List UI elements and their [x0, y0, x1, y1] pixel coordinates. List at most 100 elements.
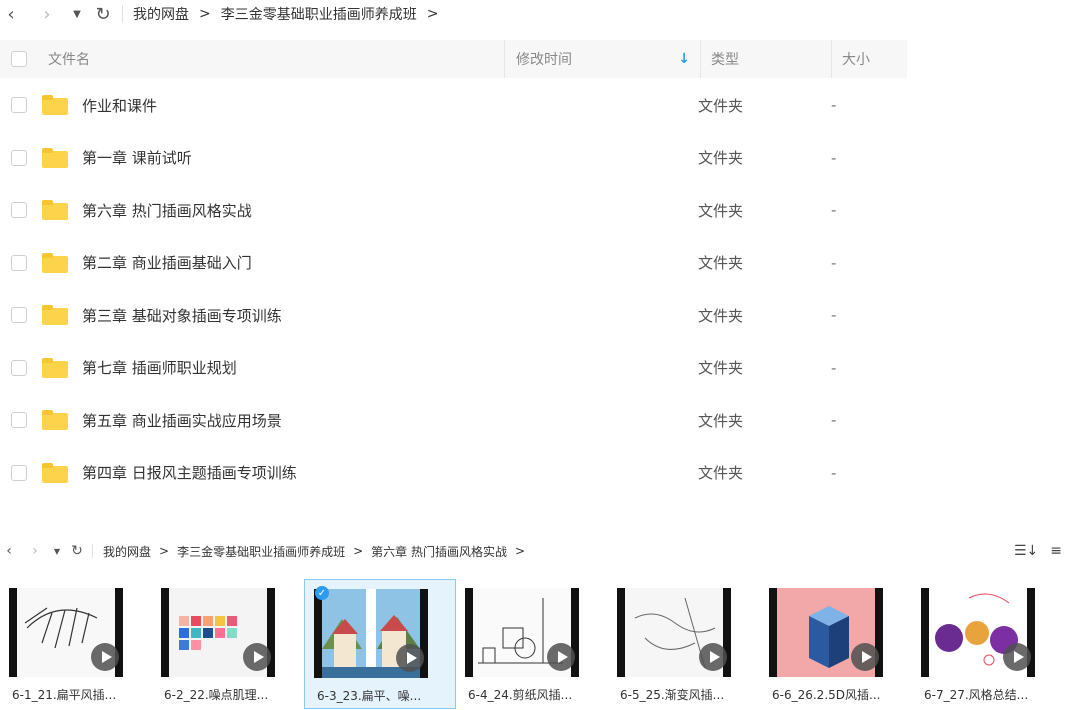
table-row[interactable]: 第六章 热门插画风格实战 文件夹 - [0, 184, 907, 237]
folder-icon [42, 200, 68, 221]
video-title: 6-5_25.渐变风插... [620, 688, 725, 702]
folder-icon [42, 147, 68, 168]
forward-icon[interactable]: › [36, 3, 58, 25]
video-title: 6-4_24.剪纸风插... [468, 688, 573, 702]
video-item[interactable]: 6-6_26.2.5D风插... [760, 579, 912, 709]
sort-order-icon[interactable]: ☰↓ [1014, 543, 1038, 559]
refresh-icon[interactable]: ↻ [68, 540, 86, 562]
table-row[interactable]: 第七章 插画师职业规划 文件夹 - [0, 342, 907, 395]
row-check-cell [0, 359, 38, 376]
file-name[interactable]: 第二章 商业插画基础入门 [82, 252, 698, 273]
folder-icon [42, 252, 68, 273]
table-row[interactable]: 第三章 基础对象插画专项训练 文件夹 - [0, 289, 907, 342]
breadcrumb-expand-icon[interactable]: > [515, 544, 525, 558]
file-size: - [831, 358, 837, 377]
play-icon[interactable] [243, 643, 271, 671]
breadcrumb-chapter[interactable]: 第六章 热门插画风格实战 [371, 543, 507, 560]
play-icon[interactable] [699, 643, 727, 671]
row-checkbox[interactable] [11, 464, 27, 481]
back-icon[interactable]: ‹ [0, 540, 18, 562]
play-icon[interactable] [91, 643, 119, 671]
file-name[interactable]: 第七章 插画师职业规划 [82, 357, 698, 378]
list-view-icon[interactable]: ≡ [1050, 543, 1062, 559]
video-thumbnail [161, 588, 275, 677]
file-name[interactable]: 作业和课件 [82, 95, 698, 116]
video-title: 6-1_21.扁平风插... [12, 688, 117, 702]
folder-icon [42, 462, 68, 483]
column-header-modified[interactable]: 修改时间 ↓ [505, 40, 701, 78]
file-name[interactable]: 第三章 基础对象插画专项训练 [82, 305, 698, 326]
file-list: 作业和课件 文件夹 - 第一章 课前试听 文件夹 - 第六章 热门插画风格实战 … [0, 79, 907, 499]
breadcrumb-my-drive[interactable]: 我的网盘 [133, 4, 189, 24]
row-check-cell [0, 464, 38, 481]
video-item[interactable]: 6-5_25.渐变风插... [608, 579, 760, 709]
breadcrumb-my-drive[interactable]: 我的网盘 [103, 543, 151, 560]
play-icon[interactable] [851, 643, 879, 671]
row-checkbox[interactable] [11, 412, 27, 429]
column-header-name[interactable]: 文件名 [38, 40, 505, 78]
history-dropdown-icon[interactable]: ▼ [66, 3, 88, 25]
row-check-cell [0, 412, 38, 429]
breadcrumb-course[interactable]: 李三金零基础职业插画师养成班 [221, 4, 417, 24]
video-item[interactable]: 6-7_27.风格总结... [912, 579, 1064, 709]
breadcrumb-expand-icon[interactable]: > [427, 6, 439, 22]
play-icon[interactable] [547, 643, 575, 671]
row-checkbox[interactable] [11, 202, 27, 219]
file-size: - [831, 463, 837, 482]
video-title: 6-6_26.2.5D风插... [772, 688, 881, 702]
column-header-modified-label: 修改时间 [516, 52, 572, 68]
refresh-icon[interactable]: ↻ [92, 3, 114, 25]
table-row[interactable]: 第一章 课前试听 文件夹 - [0, 132, 907, 185]
video-thumbnail [314, 589, 428, 678]
row-checkbox[interactable] [11, 97, 27, 114]
back-icon[interactable]: ‹ [0, 3, 22, 25]
video-item-selected[interactable]: ✓ 6-3_23.扁平、噪... [304, 579, 456, 709]
row-check-cell [0, 97, 38, 114]
file-name[interactable]: 第四章 日报风主题插画专项训练 [82, 462, 698, 483]
video-thumbnail-grid: 6-1_21.扁平风插... 6-2_22.噪点肌理... ✓ 6-3_23.扁… [0, 579, 1066, 709]
file-name[interactable]: 第六章 热门插画风格实战 [82, 200, 698, 221]
table-row[interactable]: 作业和课件 文件夹 - [0, 79, 907, 132]
view-toggle-group: ☰↓ ≡ [1014, 543, 1062, 559]
breadcrumb-course[interactable]: 李三金零基础职业插画师养成班 [177, 543, 345, 560]
file-size: - [831, 148, 837, 167]
video-item[interactable]: 6-1_21.扁平风插... [0, 579, 152, 709]
forward-icon[interactable]: › [26, 540, 44, 562]
history-dropdown-icon[interactable]: ▼ [48, 540, 66, 562]
select-all-checkbox[interactable] [11, 51, 27, 67]
column-header-type[interactable]: 类型 [701, 40, 832, 78]
file-name[interactable]: 第五章 商业插画实战应用场景 [82, 410, 698, 431]
file-size: - [831, 306, 837, 325]
breadcrumb-separator-icon: > [353, 544, 364, 558]
folder-icon [42, 305, 68, 326]
file-type: 文件夹 [698, 149, 744, 168]
file-type: 文件夹 [698, 96, 744, 115]
file-type: 文件夹 [698, 464, 744, 483]
row-check-cell [0, 149, 38, 166]
row-checkbox[interactable] [11, 254, 27, 271]
top-navigation-bar: ‹ › ▼ ↻ 我的网盘 > 李三金零基础职业插画师养成班 > [0, 0, 907, 28]
play-icon[interactable] [1003, 643, 1031, 671]
video-item[interactable]: 6-4_24.剪纸风插... [456, 579, 608, 709]
selected-check-icon[interactable]: ✓ [315, 586, 329, 600]
folder-icon [42, 95, 68, 116]
play-icon[interactable] [396, 644, 424, 672]
table-row[interactable]: 第四章 日报风主题插画专项训练 文件夹 - [0, 447, 907, 500]
row-checkbox[interactable] [11, 149, 27, 166]
row-checkbox[interactable] [11, 359, 27, 376]
file-name[interactable]: 第一章 课前试听 [82, 147, 698, 168]
row-checkbox[interactable] [11, 307, 27, 324]
folder-icon [42, 357, 68, 378]
column-header-size[interactable]: 大小 [832, 40, 907, 78]
video-thumbnail [921, 588, 1035, 677]
sort-down-icon[interactable]: ↓ [678, 51, 690, 67]
file-size: - [831, 253, 837, 272]
table-row[interactable]: 第五章 商业插画实战应用场景 文件夹 - [0, 394, 907, 447]
table-row[interactable]: 第二章 商业插画基础入门 文件夹 - [0, 237, 907, 290]
file-size: - [831, 411, 837, 430]
video-title: 6-2_22.噪点肌理... [164, 688, 269, 702]
file-size: - [831, 201, 837, 220]
select-all-cell [0, 51, 38, 67]
video-item[interactable]: 6-2_22.噪点肌理... [152, 579, 304, 709]
folder-icon [42, 410, 68, 431]
